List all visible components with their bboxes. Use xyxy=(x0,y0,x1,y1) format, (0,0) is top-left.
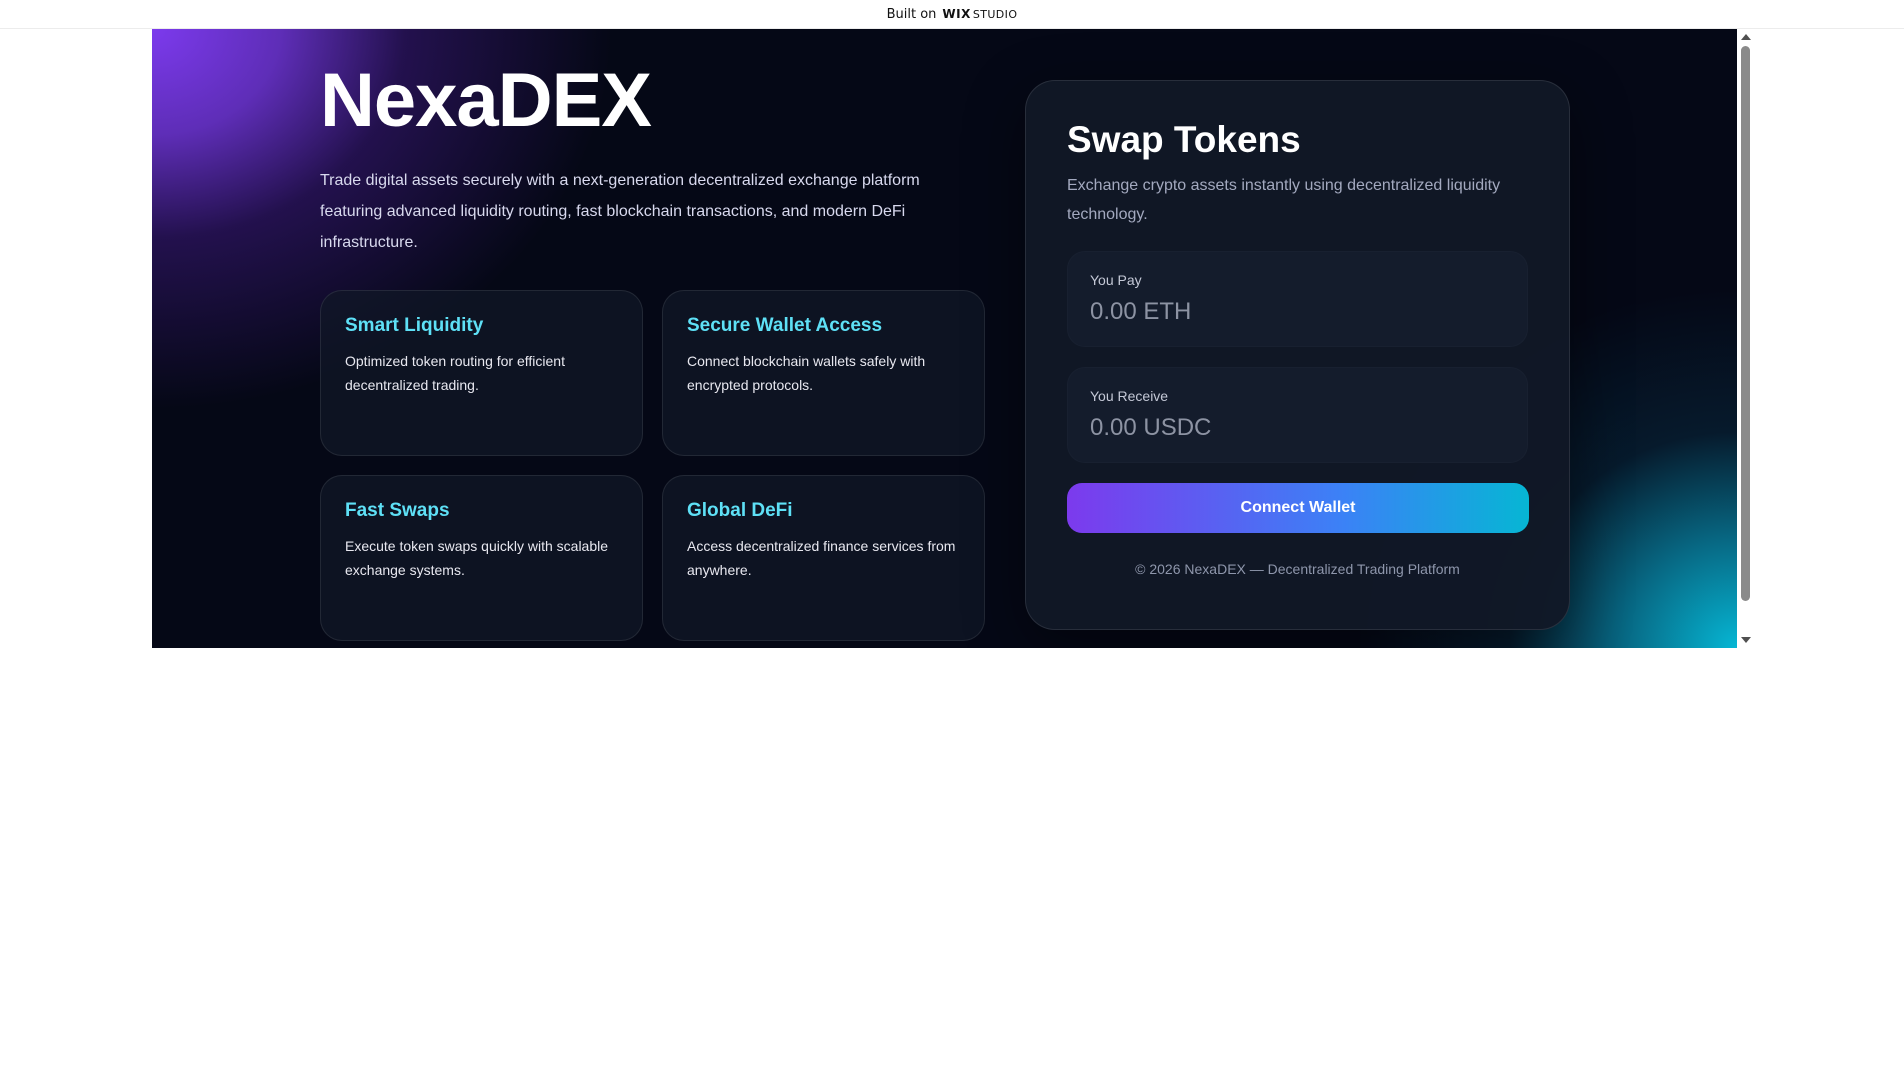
scroll-down-arrow-icon[interactable] xyxy=(1741,637,1751,643)
feature-grid: Smart Liquidity Optimized token routing … xyxy=(320,290,986,641)
feature-title: Fast Swaps xyxy=(345,500,450,521)
feature-description: Access decentralized finance services fr… xyxy=(687,538,956,578)
feature-description: Execute token swaps quickly with scalabl… xyxy=(345,538,609,578)
feature-card-smart-liquidity: Smart Liquidity Optimized token routing … xyxy=(320,290,643,456)
built-on-text: Built on xyxy=(886,6,937,22)
swap-title: Swap Tokens xyxy=(1067,119,1301,160)
wix-studio-logo: WIX STUDIO xyxy=(942,7,1017,21)
feature-title: Smart Liquidity xyxy=(345,315,484,336)
feature-card-secure-wallet-access: Secure Wallet Access Connect blockchain … xyxy=(662,290,985,456)
pay-field: You Pay xyxy=(1067,251,1528,347)
feature-title: Secure Wallet Access xyxy=(687,315,883,336)
studio-logo-text: STUDIO xyxy=(972,8,1018,21)
hero-section: NexaDEX Trade digital assets securely wi… xyxy=(320,59,1000,258)
pay-label: You Pay xyxy=(1090,272,1142,288)
feature-card-global-defi: Global DeFi Access decentralized finance… xyxy=(662,475,985,641)
swap-description: Exchange crypto assets instantly using d… xyxy=(1067,177,1501,223)
scrollbar[interactable] xyxy=(1737,29,1754,648)
swap-footer: © 2026 NexaDEX — Decentralized Trading P… xyxy=(1135,561,1460,577)
feature-description: Connect blockchain wallets safely with e… xyxy=(687,353,926,393)
receive-label: You Receive xyxy=(1090,388,1169,404)
receive-field: You Receive xyxy=(1067,367,1528,463)
connect-wallet-button[interactable]: Connect Wallet xyxy=(1067,483,1529,533)
site-frame: NexaDEX Trade digital assets securely wi… xyxy=(152,29,1737,648)
hero-description: Trade digital assets securely with a nex… xyxy=(320,171,920,251)
receive-input[interactable] xyxy=(1090,414,1505,442)
brand-title: NexaDEX xyxy=(320,58,652,143)
feature-title: Global DeFi xyxy=(687,500,793,521)
feature-card-fast-swaps: Fast Swaps Execute token swaps quickly w… xyxy=(320,475,643,641)
wix-logo-text: WIX xyxy=(942,7,971,21)
scroll-up-arrow-icon[interactable] xyxy=(1741,34,1751,40)
pay-input[interactable] xyxy=(1090,298,1505,326)
feature-description: Optimized token routing for efficient de… xyxy=(345,353,565,393)
scroll-thumb[interactable] xyxy=(1741,46,1750,601)
wix-studio-banner[interactable]: Built on WIX STUDIO xyxy=(0,0,1904,29)
swap-card: Swap Tokens Exchange crypto assets insta… xyxy=(1025,80,1570,630)
